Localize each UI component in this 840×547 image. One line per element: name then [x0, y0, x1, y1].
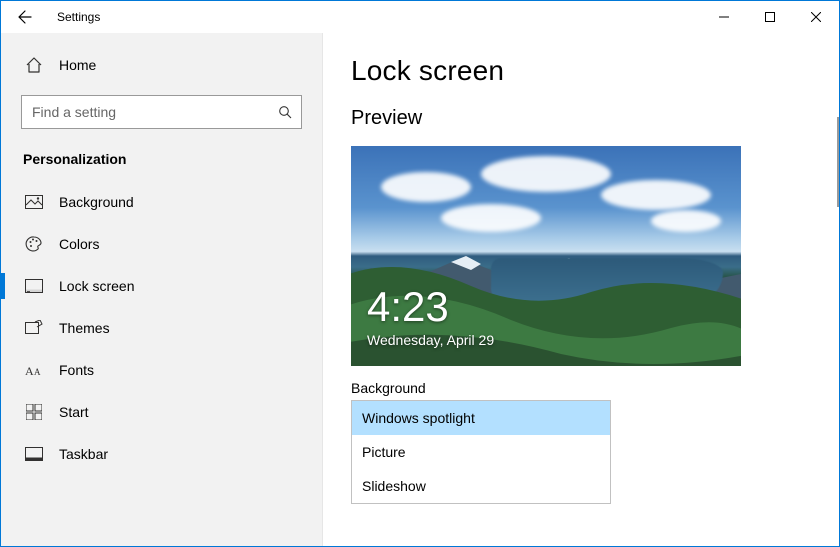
sidebar-item-colors[interactable]: Colors — [1, 223, 322, 265]
sidebar-item-taskbar[interactable]: Taskbar — [1, 433, 322, 475]
close-icon — [811, 12, 821, 22]
sidebar-item-start[interactable]: Start — [1, 391, 322, 433]
dropdown-option-slideshow[interactable]: Slideshow — [352, 469, 610, 503]
sidebar-item-label: Start — [59, 404, 89, 420]
back-button[interactable] — [1, 1, 49, 33]
lockscreen-preview: 4:23 Wednesday, April 29 — [351, 146, 741, 366]
home-icon — [25, 56, 43, 74]
dropdown-option-picture[interactable]: Picture — [352, 435, 610, 469]
home-label: Home — [59, 57, 96, 73]
arrow-left-icon — [17, 9, 33, 25]
preview-date: Wednesday, April 29 — [367, 332, 494, 348]
nav-list: Background Colors Lock screen Themes — [1, 181, 322, 546]
search-icon — [269, 105, 301, 119]
category-title: Personalization — [1, 143, 322, 181]
minimize-icon — [719, 12, 729, 22]
sidebar-item-label: Taskbar — [59, 446, 108, 462]
scrollbar[interactable] — [837, 117, 839, 207]
search-box[interactable] — [21, 95, 302, 129]
themes-icon — [25, 320, 43, 336]
app-title: Settings — [57, 10, 100, 24]
close-button[interactable] — [793, 1, 839, 33]
dropdown-option-label: Windows spotlight — [362, 410, 475, 426]
home-nav[interactable]: Home — [1, 45, 322, 85]
minimize-button[interactable] — [701, 1, 747, 33]
preview-time: 4:23 — [367, 286, 494, 328]
palette-icon — [25, 235, 43, 253]
sidebar-item-background[interactable]: Background — [1, 181, 322, 223]
sidebar-item-themes[interactable]: Themes — [1, 307, 322, 349]
image-icon — [25, 195, 43, 209]
dropdown-option-spotlight[interactable]: Windows spotlight — [352, 401, 610, 435]
sidebar-item-label: Lock screen — [59, 278, 134, 294]
svg-text:A: A — [25, 364, 34, 377]
background-label: Background — [351, 380, 839, 396]
sidebar-item-label: Themes — [59, 320, 110, 336]
svg-text:A: A — [34, 367, 41, 377]
sidebar-item-lockscreen[interactable]: Lock screen — [1, 265, 322, 307]
window-controls — [701, 1, 839, 33]
sidebar: Home Personalization Background — [1, 33, 323, 546]
sidebar-item-label: Colors — [59, 236, 99, 252]
sidebar-item-label: Background — [59, 194, 134, 210]
maximize-button[interactable] — [747, 1, 793, 33]
sidebar-item-fonts[interactable]: AA Fonts — [1, 349, 322, 391]
maximize-icon — [765, 12, 775, 22]
dropdown-option-label: Picture — [362, 444, 406, 460]
sidebar-item-label: Fonts — [59, 362, 94, 378]
main-content: Lock screen Preview 4:23 — [323, 33, 839, 546]
search-input[interactable] — [22, 96, 269, 128]
titlebar: Settings — [1, 1, 839, 33]
background-dropdown[interactable]: Windows spotlight Picture Slideshow — [351, 400, 611, 504]
page-title: Lock screen — [351, 55, 839, 87]
lockscreen-icon — [25, 279, 43, 293]
taskbar-icon — [25, 447, 43, 461]
dropdown-option-label: Slideshow — [362, 478, 426, 494]
fonts-icon: AA — [25, 363, 43, 377]
preview-title: Preview — [351, 107, 839, 130]
start-icon — [25, 404, 43, 420]
